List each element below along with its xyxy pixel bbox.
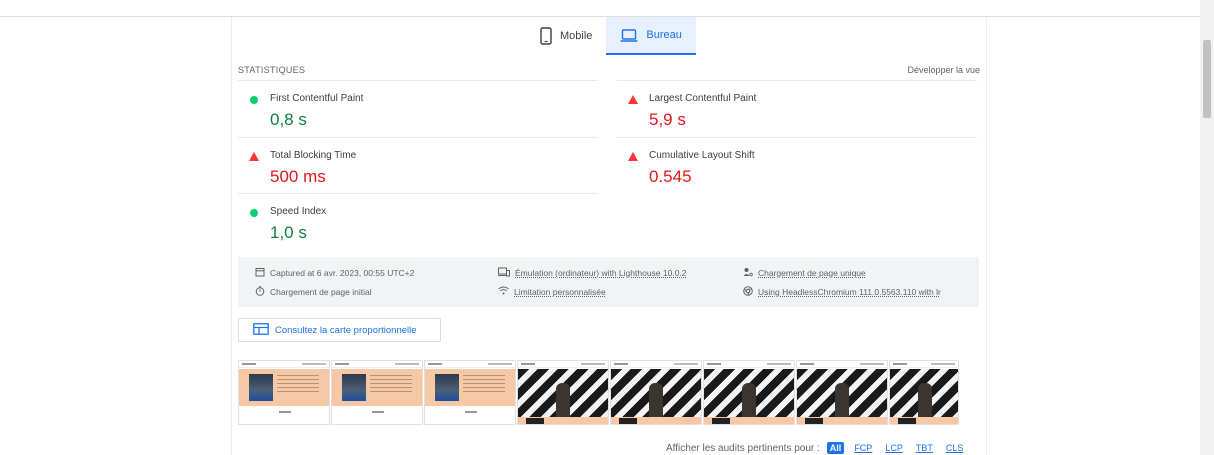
filter-tbt-chip[interactable]: TBT bbox=[913, 442, 936, 454]
metric-divider bbox=[617, 80, 977, 81]
runtime-initial-load-text: Chargement de page initial bbox=[270, 287, 372, 297]
filter-lcp-chip[interactable]: LCP bbox=[882, 442, 906, 454]
filmstrip-frame bbox=[610, 360, 702, 425]
device-tabs: Mobile Bureau bbox=[526, 17, 696, 55]
calendar-icon bbox=[255, 267, 265, 279]
runtime-browser-text: Using HeadlessChromium 111.0.5563.110 wi… bbox=[758, 287, 941, 297]
chrome-icon bbox=[743, 286, 753, 298]
filmstrip bbox=[238, 360, 979, 425]
devices-icon bbox=[498, 267, 510, 279]
smartphone-icon bbox=[540, 27, 552, 45]
audit-filter-label: Afficher les audits pertinents pour : bbox=[666, 442, 820, 454]
filmstrip-frame bbox=[238, 360, 330, 425]
metric-cls: Cumulative Layout Shift 0.545 bbox=[617, 137, 977, 193]
metric-name: Total Blocking Time bbox=[270, 150, 357, 161]
view-treemap-label: Consultez la carte proportionnelle bbox=[275, 324, 417, 336]
runtime-settings: Captured at 6 avr. 2023, 00:55 UTC+2 Cha… bbox=[238, 257, 979, 307]
metric-name: First Contentful Paint bbox=[270, 93, 364, 104]
fail-triangle-icon bbox=[628, 152, 638, 161]
metric-divider bbox=[238, 193, 598, 194]
metric-tbt: Total Blocking Time 500 ms bbox=[238, 137, 598, 193]
metric-fcp: First Contentful Paint 0,8 s bbox=[238, 80, 598, 136]
pass-circle-icon bbox=[250, 96, 258, 104]
filmstrip-frame bbox=[703, 360, 795, 425]
treemap-icon bbox=[253, 322, 269, 338]
tab-desktop[interactable]: Bureau bbox=[606, 17, 696, 55]
metric-value: 500 ms bbox=[270, 167, 326, 186]
view-treemap-button[interactable]: Consultez la carte proportionnelle bbox=[238, 318, 441, 342]
tab-desktop-label: Bureau bbox=[646, 29, 682, 41]
tab-mobile-label: Mobile bbox=[560, 30, 593, 42]
fail-triangle-icon bbox=[249, 152, 259, 161]
filter-fcp-chip[interactable]: FCP bbox=[851, 442, 875, 454]
runtime-emulation[interactable]: Émulation (ordinateur) with Lighthouse 1… bbox=[498, 267, 687, 279]
timer-icon bbox=[255, 286, 265, 298]
filmstrip-frame bbox=[424, 360, 516, 425]
metric-name: Speed Index bbox=[270, 206, 327, 217]
pass-circle-icon bbox=[250, 209, 258, 217]
filter-cls-chip[interactable]: CLS bbox=[943, 442, 967, 454]
runtime-captured-text: Captured at 6 avr. 2023, 00:55 UTC+2 bbox=[270, 268, 415, 278]
metric-name: Cumulative Layout Shift bbox=[649, 150, 755, 161]
audit-filter: Afficher les audits pertinents pour : Al… bbox=[666, 440, 966, 455]
runtime-emulation-text: Émulation (ordinateur) with Lighthouse 1… bbox=[515, 268, 687, 278]
metric-divider bbox=[238, 137, 598, 138]
fail-triangle-icon bbox=[628, 95, 638, 104]
metric-value: 1,0 s bbox=[270, 223, 307, 242]
laptop-icon bbox=[620, 28, 638, 42]
stats-title: STATISTIQUES bbox=[238, 65, 306, 75]
metric-value: 0,8 s bbox=[270, 110, 307, 129]
runtime-single-load[interactable]: Chargement de page unique bbox=[743, 267, 866, 279]
metric-name: Largest Contentful Paint bbox=[649, 93, 757, 104]
person-icon bbox=[743, 267, 753, 279]
runtime-browser[interactable]: Using HeadlessChromium 111.0.5563.110 wi… bbox=[743, 286, 941, 298]
stats-header: STATISTIQUES Développer la vue bbox=[238, 60, 980, 80]
runtime-captured: Captured at 6 avr. 2023, 00:55 UTC+2 bbox=[255, 267, 414, 279]
expand-view-toggle[interactable]: Développer la vue bbox=[907, 65, 980, 75]
filmstrip-frame bbox=[331, 360, 423, 425]
metric-divider bbox=[617, 137, 977, 138]
runtime-throttling[interactable]: Limitation personnalisée bbox=[498, 286, 606, 297]
runtime-single-load-text: Chargement de page unique bbox=[758, 268, 866, 278]
metric-value: 5,9 s bbox=[649, 110, 686, 129]
metric-divider bbox=[238, 80, 598, 81]
runtime-throttling-text: Limitation personnalisée bbox=[514, 286, 606, 297]
filter-all-chip[interactable]: All bbox=[826, 442, 845, 454]
page-scrollbar-thumb[interactable] bbox=[1203, 40, 1211, 118]
metric-si: Speed Index 1,0 s bbox=[238, 193, 598, 249]
tab-mobile[interactable]: Mobile bbox=[526, 17, 606, 55]
runtime-initial-load: Chargement de page initial bbox=[255, 286, 372, 298]
wifi-icon bbox=[498, 286, 509, 297]
filmstrip-frame bbox=[517, 360, 609, 425]
filmstrip-frame bbox=[889, 360, 959, 425]
filmstrip-frame bbox=[796, 360, 888, 425]
metric-value: 0.545 bbox=[649, 167, 692, 186]
metric-lcp: Largest Contentful Paint 5,9 s bbox=[617, 80, 977, 136]
